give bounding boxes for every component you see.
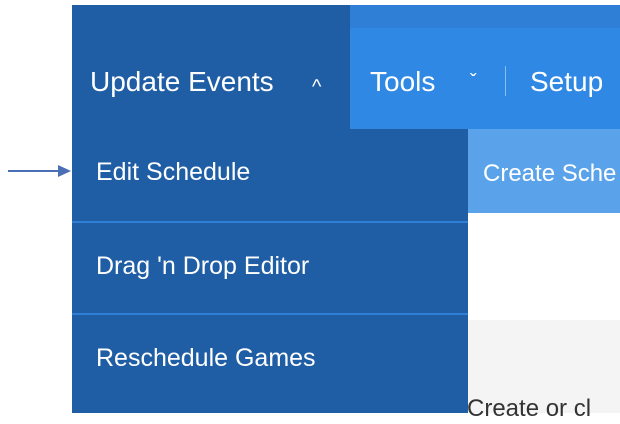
chevron-up-icon: ^ <box>312 76 322 98</box>
nav-tab-setup[interactable]: Setup <box>530 65 603 99</box>
arrow-right-icon <box>8 165 71 177</box>
nav-divider <box>505 66 506 96</box>
nav-tab-tools[interactable]: Tools <box>370 65 435 99</box>
content-text: Create or cl <box>467 395 592 422</box>
subnav-create-schedule[interactable]: Create Sche <box>483 158 616 190</box>
chevron-down-icon[interactable]: ˇ <box>470 72 477 92</box>
menu-item-label: Edit Schedule <box>96 158 251 186</box>
menu-item-edit-schedule[interactable]: Edit Schedule <box>72 129 468 219</box>
menu-item-label: Drag 'n Drop Editor <box>96 252 310 280</box>
nav-tab-update-events-label: Update Events <box>90 66 274 97</box>
menu-item-reschedule-games[interactable]: Reschedule Games <box>72 313 468 403</box>
nav-tab-update-events[interactable]: Update Events ^ <box>72 5 350 129</box>
update-events-dropdown: Edit Schedule Drag 'n Drop Editor Resche… <box>72 129 468 413</box>
menu-item-drag-n-drop-editor[interactable]: Drag 'n Drop Editor <box>72 221 468 311</box>
menu-item-label: Reschedule Games <box>96 344 316 372</box>
